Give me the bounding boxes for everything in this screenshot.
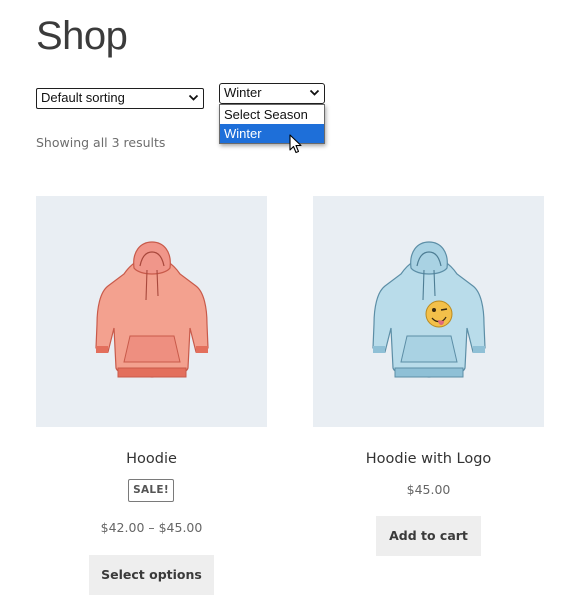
chevron-down-icon bbox=[309, 89, 320, 96]
blue-hoodie-with-emoji-logo-icon bbox=[372, 241, 486, 378]
product-price-hoodie: $42.00 – $45.00 bbox=[100, 520, 203, 535]
product-price-hoodie-with-logo: $45.00 bbox=[406, 482, 451, 497]
red-hoodie-icon bbox=[95, 241, 209, 378]
result-count: Showing all 3 results bbox=[36, 135, 166, 150]
product-title-hoodie[interactable]: Hoodie bbox=[36, 451, 267, 467]
product-image-hoodie[interactable] bbox=[36, 196, 267, 427]
sale-badge: SALE! bbox=[128, 479, 174, 502]
mouse-pointer-icon bbox=[289, 134, 302, 154]
chevron-down-icon bbox=[188, 94, 199, 101]
season-dropdown-list: Select Season Winter bbox=[219, 104, 325, 144]
select-options-button[interactable]: Select options bbox=[89, 555, 214, 595]
sorting-select[interactable]: Default sorting bbox=[36, 88, 204, 109]
sorting-select-value: Default sorting bbox=[41, 90, 125, 105]
product-image-hoodie-with-logo[interactable] bbox=[313, 196, 544, 427]
season-option-select-season[interactable]: Select Season bbox=[220, 105, 324, 124]
page-title: Shop bbox=[36, 14, 128, 58]
product-title-hoodie-with-logo[interactable]: Hoodie with Logo bbox=[313, 451, 544, 467]
season-select[interactable]: Winter bbox=[219, 83, 325, 104]
add-to-cart-button[interactable]: Add to cart bbox=[376, 516, 481, 556]
season-option-winter[interactable]: Winter bbox=[220, 124, 324, 143]
season-select-value: Winter bbox=[224, 85, 262, 100]
